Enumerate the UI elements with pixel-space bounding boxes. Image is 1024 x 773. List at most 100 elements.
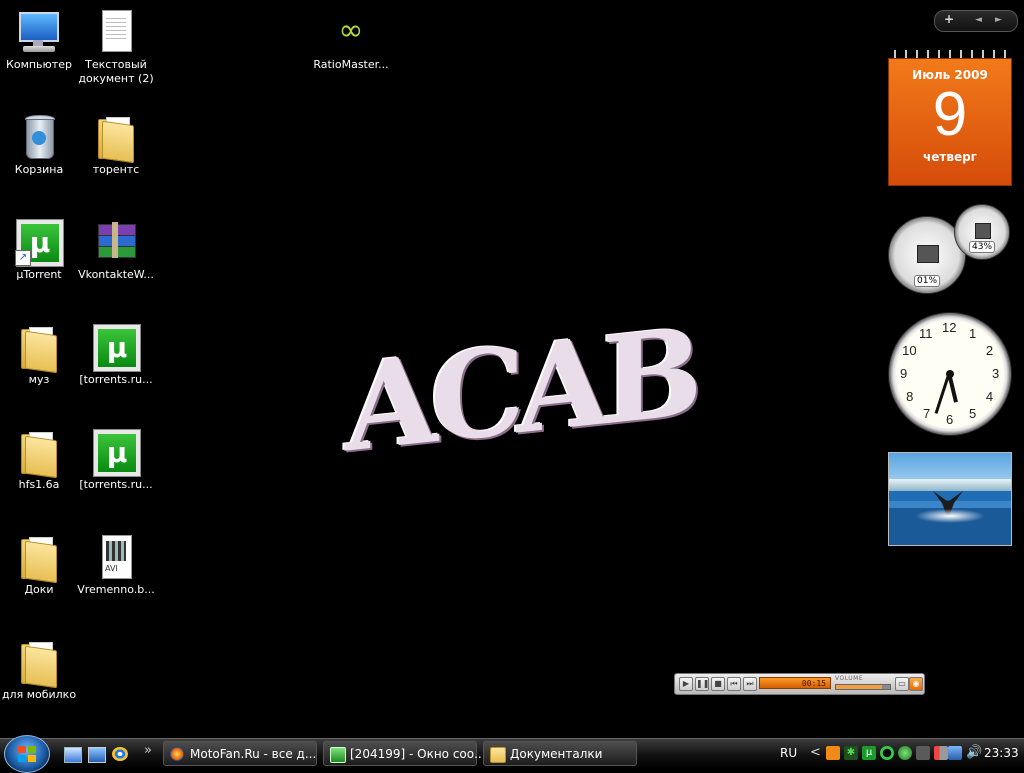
torents-folder-label: торентс — [92, 163, 140, 176]
taskbar-button-motofan[interactable]: MotoFan.Ru - все д... — [163, 741, 317, 766]
clock-numeral: 10 — [902, 343, 917, 358]
volume-slider[interactable] — [835, 684, 891, 690]
recycle-bin-icon — [15, 113, 63, 161]
task-label: [204199] - Окно соо... — [350, 747, 486, 761]
show-desktop-icon[interactable] — [88, 747, 106, 763]
utorrent-label: µTorrent — [16, 268, 62, 281]
hfs-folder-label: hfs1.6a — [18, 478, 60, 491]
cpu-usage: 01% — [913, 275, 941, 287]
torrent-file-2-desktop-icon[interactable]: µ [torrents.ru... — [77, 424, 155, 492]
start-button[interactable] — [4, 735, 50, 773]
torrent-file-1-label: [torrents.ru... — [79, 373, 153, 386]
media-player-toolbar: ▶ ❚❚ ■ ⏮ ⏭ 00:15 VOLUME ▭ ◉ — [674, 673, 925, 695]
folder-icon — [15, 533, 63, 584]
utorrent-tray-icon[interactable]: µ — [862, 746, 876, 760]
internet-explorer-icon[interactable] — [112, 747, 128, 761]
clock-numeral: 6 — [946, 412, 954, 427]
player-time-display: 00:15 — [759, 677, 831, 689]
volume-fill — [836, 685, 882, 689]
player-logo-icon[interactable]: ◉ — [909, 677, 923, 691]
clock-numeral: 1 — [969, 326, 977, 342]
clock-numeral: 9 — [900, 366, 908, 381]
clock-gadget[interactable]: 12 1 2 3 4 5 6 7 8 9 10 11 — [888, 312, 1012, 436]
winrar-archive-icon — [92, 218, 140, 266]
firefox-icon — [170, 747, 184, 761]
sidebar-controls: + ◄ ► — [934, 10, 1018, 32]
quicklaunch-more-button[interactable]: » — [144, 743, 152, 758]
clock-numeral: 11 — [919, 326, 933, 342]
clock-time[interactable]: 23:33 — [984, 746, 1019, 760]
doki-folder-desktop-icon[interactable]: Доки — [0, 529, 78, 597]
recycle-bin-label: Корзина — [14, 163, 64, 176]
add-gadget-button[interactable]: + — [944, 12, 954, 26]
clock-numeral: 2 — [985, 343, 994, 358]
clock-center-pin — [946, 370, 954, 378]
folder-icon — [15, 428, 63, 479]
clock-numeral: 3 — [992, 366, 1000, 381]
taskbar-button-dokumentalki[interactable]: Документалки — [483, 741, 637, 766]
infinity-icon: ∞ — [338, 13, 364, 48]
vkontakte-archive-label: VkontakteW... — [78, 268, 154, 281]
avi-video-label: Vremenno.b... — [77, 583, 155, 596]
volume-label: VOLUME — [835, 675, 864, 682]
pause-button[interactable]: ❚❚ — [695, 677, 709, 691]
text-document-desktop-icon[interactable]: Текстовый документ (2) — [77, 4, 155, 86]
utorrent-desktop-icon[interactable]: µ ↗ µTorrent — [0, 214, 78, 282]
volume-tray-icon[interactable]: 🔊 — [966, 746, 982, 760]
folder-icon — [92, 113, 140, 164]
ratiomaster-desktop-icon[interactable]: ∞ RatioMaster... — [312, 4, 390, 72]
taskbar: » MotoFan.Ru - все д... [204199] - Окно … — [0, 735, 1024, 773]
clock-numeral: 12 — [942, 320, 957, 335]
slideshow-gadget[interactable] — [888, 452, 1012, 546]
next-track-button[interactable]: ⏭ — [743, 677, 757, 691]
torrent-file-1-desktop-icon[interactable]: µ [torrents.ru... — [77, 319, 155, 387]
green-flower-tray-icon[interactable] — [898, 746, 912, 760]
folder-icon — [490, 747, 506, 763]
wallpaper-graffiti-text: ACAB — [345, 300, 695, 480]
mobile-folder-desktop-icon[interactable]: для мобилко — [0, 634, 78, 702]
switch-windows-icon[interactable] — [64, 747, 82, 763]
icq-tray-icon[interactable] — [880, 746, 894, 760]
vkontakte-archive-desktop-icon[interactable]: VkontakteW... — [77, 214, 155, 282]
media-player-tray-icon[interactable] — [826, 746, 840, 760]
muz-folder-desktop-icon[interactable]: муз — [0, 319, 78, 387]
clock-numeral: 7 — [923, 405, 931, 421]
language-indicator[interactable]: RU — [780, 746, 797, 760]
mobile-folder-label: для мобилко — [1, 688, 77, 701]
computer-desktop-icon[interactable]: Компьютер — [0, 4, 78, 72]
show-hidden-icons-button[interactable]: < — [810, 745, 821, 760]
previous-page-button[interactable]: ◄ — [975, 15, 982, 25]
memory-dial: 43% — [954, 204, 1010, 260]
taskbar-button-message-window[interactable]: [204199] - Окно соо... — [323, 741, 486, 766]
previous-track-button[interactable]: ⏮ — [727, 677, 741, 691]
avi-video-desktop-icon[interactable]: AVI Vremenno.b... — [77, 529, 155, 597]
clock-minute-hand — [934, 372, 951, 414]
calendar-day: 9 — [932, 80, 968, 149]
task-label: Документалки — [510, 747, 603, 761]
doki-folder-label: Доки — [24, 583, 54, 596]
monitor-tray-icon[interactable] — [948, 746, 962, 760]
restore-player-button[interactable]: ▭ — [895, 677, 909, 691]
system-tray: RU < ✱ µ 🔊 23:33 — [776, 739, 1024, 769]
play-button[interactable]: ▶ — [679, 677, 693, 691]
cpu-meter-gadget[interactable]: 01% 43% — [888, 200, 1014, 296]
torrent-file-icon: µ — [92, 428, 141, 477]
torents-folder-desktop-icon[interactable]: торентс — [77, 109, 155, 177]
cannabis-leaf-tray-icon[interactable]: ✱ — [844, 746, 858, 760]
calendar-gadget[interactable]: Июль 2009 9 четверг — [888, 50, 1012, 186]
hfs-folder-desktop-icon[interactable]: hfs1.6a — [0, 424, 78, 492]
torrent-file-2-label: [torrents.ru... — [79, 478, 153, 491]
recycle-bin-desktop-icon[interactable]: Корзина — [0, 109, 78, 177]
next-page-button[interactable]: ► — [995, 15, 1002, 25]
stop-button[interactable]: ■ — [711, 677, 725, 691]
network-tray-icon[interactable] — [916, 746, 930, 760]
message-window-icon — [330, 747, 346, 763]
speaker-alert-tray-icon[interactable] — [934, 746, 948, 760]
computer-label: Компьютер — [6, 58, 72, 71]
muz-folder-label: муз — [28, 373, 50, 386]
shortcut-arrow-icon: ↗ — [15, 250, 31, 266]
memory-usage: 43% — [968, 241, 996, 253]
memory-chip-icon — [975, 223, 991, 239]
cpu-chip-icon — [917, 245, 939, 263]
task-label: MotoFan.Ru - все д... — [190, 747, 317, 761]
